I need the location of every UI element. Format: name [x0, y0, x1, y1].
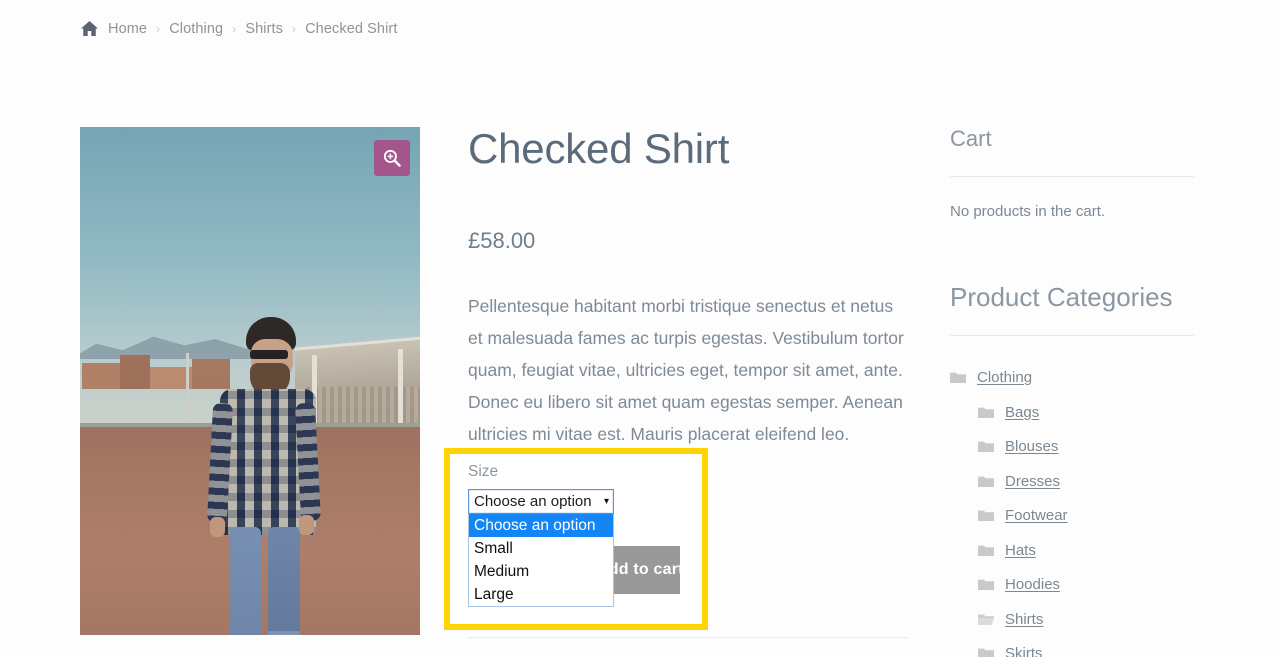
breadcrumb-item-current: Checked Shirt — [305, 20, 398, 37]
breadcrumb-separator: › — [291, 21, 297, 36]
folder-icon — [950, 372, 966, 384]
list-item[interactable]: Hats — [950, 533, 1194, 568]
size-select-value: Choose an option — [474, 493, 592, 510]
chevron-down-icon: ▾ — [603, 495, 609, 507]
breadcrumb: Home › Clothing › Shirts › Checked Shirt — [80, 20, 397, 37]
category-link-footwear[interactable]: Footwear — [1005, 507, 1068, 524]
product-image[interactable] — [80, 127, 420, 635]
cart-widget-title: Cart — [950, 126, 992, 151]
folder-icon — [978, 476, 994, 487]
variations-form: Size Choose an option ▾ Choose an option… — [468, 463, 698, 607]
product-price: £58.00 — [468, 228, 536, 254]
category-link-bags[interactable]: Bags — [1005, 404, 1039, 421]
category-link-dresses[interactable]: Dresses — [1005, 473, 1060, 490]
magnifier-plus-icon[interactable] — [374, 140, 410, 176]
content-divider — [468, 637, 908, 638]
folder-icon — [978, 510, 994, 522]
product-gallery — [80, 127, 420, 635]
list-item[interactable]: Clothing — [950, 360, 1194, 395]
list-item[interactable]: Footwear — [950, 498, 1194, 533]
size-option-medium[interactable]: Medium — [469, 560, 613, 583]
home-icon[interactable] — [80, 20, 108, 37]
breadcrumb-item-home[interactable]: Home — [108, 21, 147, 37]
size-select[interactable]: Choose an option ▾ — [468, 489, 614, 514]
size-label: Size — [468, 463, 499, 480]
cart-empty-message: No products in the cart. — [950, 203, 1106, 221]
product-page: Home › Clothing › Shirts › Checked Shirt — [0, 0, 1280, 657]
breadcrumb-item-shirts[interactable]: Shirts — [245, 21, 283, 37]
sidebar: Cart No products in the cart. Product Ca… — [950, 126, 1194, 657]
category-link-skirts[interactable]: Skirts — [1005, 645, 1043, 657]
list-item[interactable]: Dresses — [950, 464, 1194, 499]
size-option-choose[interactable]: Choose an option — [469, 514, 613, 537]
folder-icon — [978, 441, 994, 453]
folder-icon — [978, 648, 994, 657]
category-link-shirts[interactable]: Shirts — [1005, 611, 1043, 628]
breadcrumb-separator: › — [232, 21, 237, 36]
size-option-small[interactable]: Small — [469, 537, 613, 560]
list-item[interactable]: Blouses — [950, 429, 1194, 464]
size-select-shell: Choose an option ▾ Choose an option Smal… — [468, 489, 614, 607]
list-item[interactable]: Hoodies — [950, 567, 1194, 602]
list-item[interactable]: Skirts — [950, 636, 1194, 657]
page-title: Checked Shirt — [468, 125, 730, 172]
category-link-hats[interactable]: Hats — [1005, 542, 1036, 559]
category-link-blouses[interactable]: Blouses — [1005, 438, 1058, 455]
category-list: Clothing Bags Blouses Dresses Footwear H… — [950, 336, 1194, 657]
folder-open-icon — [978, 614, 994, 625]
list-item[interactable]: Shirts — [950, 602, 1194, 637]
product-summary: Checked Shirt £58.00 Pellentesque habita… — [468, 125, 908, 450]
size-option-large[interactable]: Large — [469, 583, 613, 606]
breadcrumb-item-clothing[interactable]: Clothing — [169, 21, 223, 37]
folder-icon — [978, 545, 994, 556]
size-select-options: Choose an option Small Medium Large — [468, 514, 614, 607]
folder-icon — [978, 579, 994, 591]
product-description: Pellentesque habitant morbi tristique se… — [468, 296, 904, 445]
categories-widget-title: Product Categories — [950, 282, 1173, 313]
category-link-clothing[interactable]: Clothing — [977, 369, 1032, 386]
category-link-hoodies[interactable]: Hoodies — [1005, 576, 1060, 593]
list-item[interactable]: Bags — [950, 395, 1194, 430]
breadcrumb-separator: › — [156, 21, 161, 36]
folder-icon — [978, 407, 994, 418]
photo-model — [206, 317, 322, 635]
